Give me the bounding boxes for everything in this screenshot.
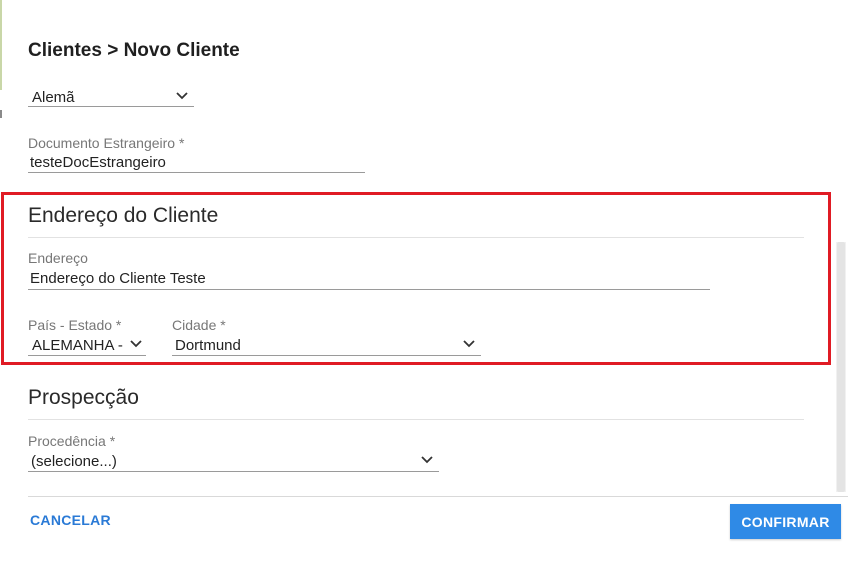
- highlight-box: [1, 192, 831, 365]
- cancel-button[interactable]: CANCELAR: [30, 512, 111, 528]
- nationality-select-value[interactable]: Alemã: [32, 89, 172, 106]
- background-edge-mark: [0, 110, 2, 118]
- origin-underline: [28, 471, 439, 472]
- chevron-down-icon[interactable]: [421, 456, 435, 466]
- background-edge: [0, 0, 2, 90]
- foreign-document-underline: [28, 172, 365, 173]
- scrollbar-thumb[interactable]: [837, 242, 845, 492]
- foreign-document-label: Documento Estrangeiro *: [28, 135, 185, 151]
- footer-divider: [28, 496, 848, 497]
- chevron-down-icon[interactable]: [176, 92, 190, 102]
- confirm-button[interactable]: CONFIRMAR: [730, 504, 841, 539]
- section-divider: [28, 419, 804, 420]
- origin-select-value[interactable]: (selecione...): [31, 453, 411, 470]
- foreign-document-input[interactable]: testeDocEstrangeiro: [30, 154, 360, 171]
- origin-label: Procedência *: [28, 433, 116, 449]
- prospect-section-title: Prospecção: [28, 386, 139, 409]
- page-title: Clientes > Novo Cliente: [28, 40, 240, 61]
- nationality-select-underline: [28, 106, 194, 107]
